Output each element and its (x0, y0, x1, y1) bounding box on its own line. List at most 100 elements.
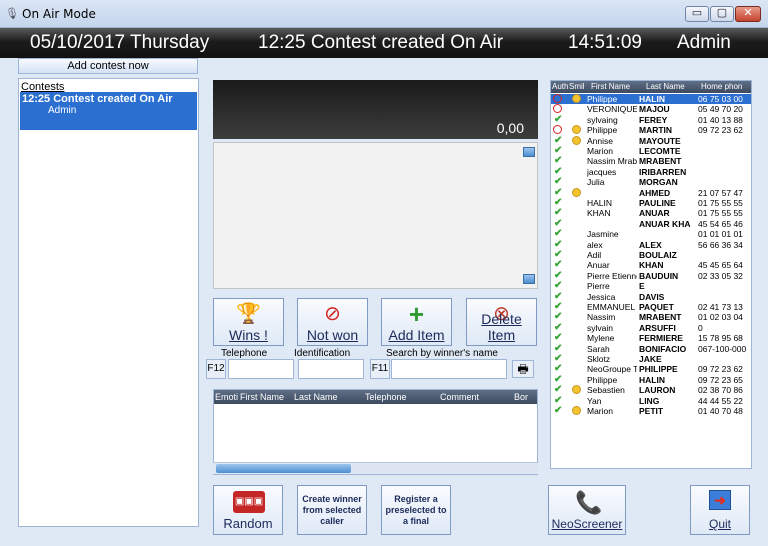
caller-row[interactable]: ✔ jacques IRIBARREN (551, 166, 751, 177)
caller-row[interactable]: ✔ sylvain ARSUFFI 0 (551, 322, 751, 333)
prohibited-icon (553, 125, 562, 135)
f11-key[interactable]: F11 (370, 359, 390, 379)
caller-row[interactable]: ✔ Sklotz JAKE (551, 353, 751, 364)
caller-row[interactable]: ✔ Marion LECOMTE (551, 145, 751, 156)
caller-phone: 09 72 23 65 (698, 374, 743, 385)
caller-row[interactable]: ✔ Marion PETIT 01 40 70 48 (551, 405, 751, 416)
quit-button[interactable]: ➜ Quit (690, 485, 750, 535)
delete-item-button[interactable]: ⊗ Delete Item (466, 298, 537, 346)
winner-name-input[interactable] (391, 359, 507, 379)
caller-row[interactable]: ✔ AHMED 21 07 57 47 (551, 186, 751, 198)
contests-list[interactable]: Contests 12:25 Contest created On Air Ad… (18, 78, 199, 527)
caller-row[interactable]: Philippe MARTIN 09 72 23 62 (551, 125, 751, 136)
caller-row[interactable]: ✔ Jasmine 01 01 01 01 (551, 228, 751, 240)
callers-list[interactable]: Auth Smil First Name Last Name Home phon… (550, 80, 752, 469)
close-button[interactable]: ✕ (735, 6, 761, 22)
register-finalist-button[interactable]: Register a preselected to a final (381, 485, 451, 535)
check-icon: ✔ (554, 405, 563, 416)
caller-row[interactable]: ✔ Sarah BONIFACIO 067-100-000 (551, 342, 751, 354)
memo-area[interactable] (213, 142, 538, 289)
print-icon[interactable]: 🖶 (512, 360, 534, 378)
neoscreener-button[interactable]: 📞 NeoScreener (548, 485, 626, 535)
collapse-icon[interactable] (523, 147, 535, 157)
maximize-button[interactable]: ▢ (710, 6, 734, 22)
caller-last-name: PAQUET (639, 302, 674, 312)
caller-row[interactable]: ✔ EMMANUEL PAQUET 02 41 73 13 (551, 301, 751, 312)
caller-row[interactable]: ✔ Nassim MRABENT 01 02 03 04 (551, 311, 751, 322)
telephone-input[interactable] (228, 359, 294, 379)
caller-row[interactable]: ✔ Pierre Etienne BAUDUIN 02 33 05 32 (551, 270, 751, 281)
check-icon: ✔ (554, 373, 563, 385)
caller-row[interactable]: ✔ NeoGroupe Te PHILIPPE 09 72 23 62 (551, 363, 751, 375)
caller-phone: 02 38 70 86 (698, 385, 743, 396)
f12-key[interactable]: F12 (206, 359, 226, 379)
identification-input[interactable] (298, 359, 364, 379)
caller-last-name: HALIN (639, 94, 665, 104)
check-icon: ✔ (554, 342, 563, 354)
check-icon: ✔ (554, 186, 563, 198)
caller-row[interactable]: Philippe HALIN 06 75 03 00 (551, 94, 751, 105)
caller-phone: 09 72 23 62 (698, 125, 743, 136)
contest-item[interactable]: 12:25 Contest created On Air Admin (20, 92, 197, 130)
add-item-button[interactable]: + Add Item (381, 298, 452, 346)
caller-row[interactable]: ✔ Annise MAYOUTE (551, 135, 751, 146)
grid-horizontal-scrollbar[interactable] (213, 462, 538, 474)
caller-first-name: VERONIQUE (587, 104, 637, 115)
check-icon: ✔ (554, 353, 563, 364)
check-icon: ✔ (554, 217, 563, 229)
amount-value: 0,00 (496, 120, 524, 136)
minimize-button[interactable]: ▭ (685, 6, 709, 22)
check-icon: ✔ (554, 228, 563, 240)
caller-row[interactable]: ✔ ANUAR KHAN 45 54 65 46 (551, 217, 751, 229)
caller-first-name: Philippe (587, 94, 618, 104)
check-icon: ✔ (554, 332, 563, 344)
caller-row[interactable]: ✔ alex ALEX 56 66 36 34 (551, 239, 751, 250)
create-winner-button[interactable]: Create winner from selected caller (297, 485, 367, 535)
caller-row[interactable]: ✔ sylvaing FEREY 01 40 13 88 (551, 113, 751, 125)
caller-last-name: ANUAR (639, 208, 670, 219)
caller-row[interactable]: ✔ Sebastien LAURON 02 38 70 86 (551, 384, 751, 396)
caller-row[interactable]: ✔ Pierre E (551, 280, 751, 291)
random-button[interactable]: ▣▣▣ Random (213, 485, 283, 535)
caller-phone: 01 40 13 88 (698, 114, 743, 125)
smiley-icon (572, 125, 581, 135)
smiley-icon (572, 135, 581, 145)
trophy-icon: 🏆 (236, 303, 261, 325)
caller-first-name: sylvain (587, 322, 613, 333)
caller-last-name: BAUDUIN (639, 270, 679, 281)
wins-button[interactable]: 🏆 Wins ! (213, 298, 284, 346)
caller-row[interactable]: ✔ HALIN PAULINE 01 75 55 55 (551, 197, 751, 208)
caller-first-name: Yan (587, 395, 602, 406)
prohibited-icon (553, 104, 562, 114)
caller-row[interactable]: ✔ Yan LING 44 44 55 22 (551, 395, 751, 406)
caller-last-name: BONIFACIO (639, 343, 687, 354)
caller-row[interactable]: ✔ Philippe HALIN 09 72 23 65 (551, 373, 751, 385)
caller-row[interactable]: ✔ Julia MORGAN (551, 176, 751, 187)
caller-row[interactable]: ✔ Adil BOULAIZ (551, 249, 751, 260)
contest-owner: Admin (48, 105, 77, 116)
check-icon: ✔ (554, 113, 563, 125)
caller-row[interactable]: ✔ KHAN ANUAR 01 75 55 55 (551, 207, 751, 219)
not-won-button[interactable]: ⊘ Not won (297, 298, 368, 346)
caller-first-name: Philippe (587, 125, 618, 136)
caller-row[interactable]: ✔ Anuar KHAN 45 45 65 64 (551, 259, 751, 271)
caller-phone: 01 75 55 55 (698, 198, 743, 208)
caller-phone: 02 41 73 13 (698, 302, 743, 312)
add-contest-button[interactable]: Add contest now (18, 58, 198, 74)
caller-row[interactable]: VERONIQUE MAJOU 05 49 70 20 (551, 104, 751, 115)
caller-phone: 21 07 57 47 (698, 187, 743, 198)
caller-row[interactable]: ✔ Nassim Mrabe MRABENT (551, 155, 751, 167)
caller-row[interactable]: ✔ Mylene FERMIERE 15 78 95 68 (551, 332, 751, 344)
caller-first-name: Jessica (587, 291, 616, 302)
caller-phone: 01 01 01 01 (698, 229, 743, 240)
check-icon: ✔ (554, 155, 563, 167)
caller-first-name: NeoGroupe Te (587, 364, 637, 375)
scroll-thumb[interactable] (216, 464, 351, 473)
grid-header: Emoti First Name Last Name Telephone Com… (214, 390, 537, 404)
expand-icon[interactable] (523, 274, 535, 284)
caller-first-name: Mylene (587, 333, 615, 344)
caller-last-name: MAJOU (639, 104, 670, 115)
caller-row[interactable]: ✔ Jessica DAVIS (551, 291, 751, 302)
caller-last-name: MARTIN (639, 125, 673, 136)
check-icon: ✔ (554, 259, 563, 271)
